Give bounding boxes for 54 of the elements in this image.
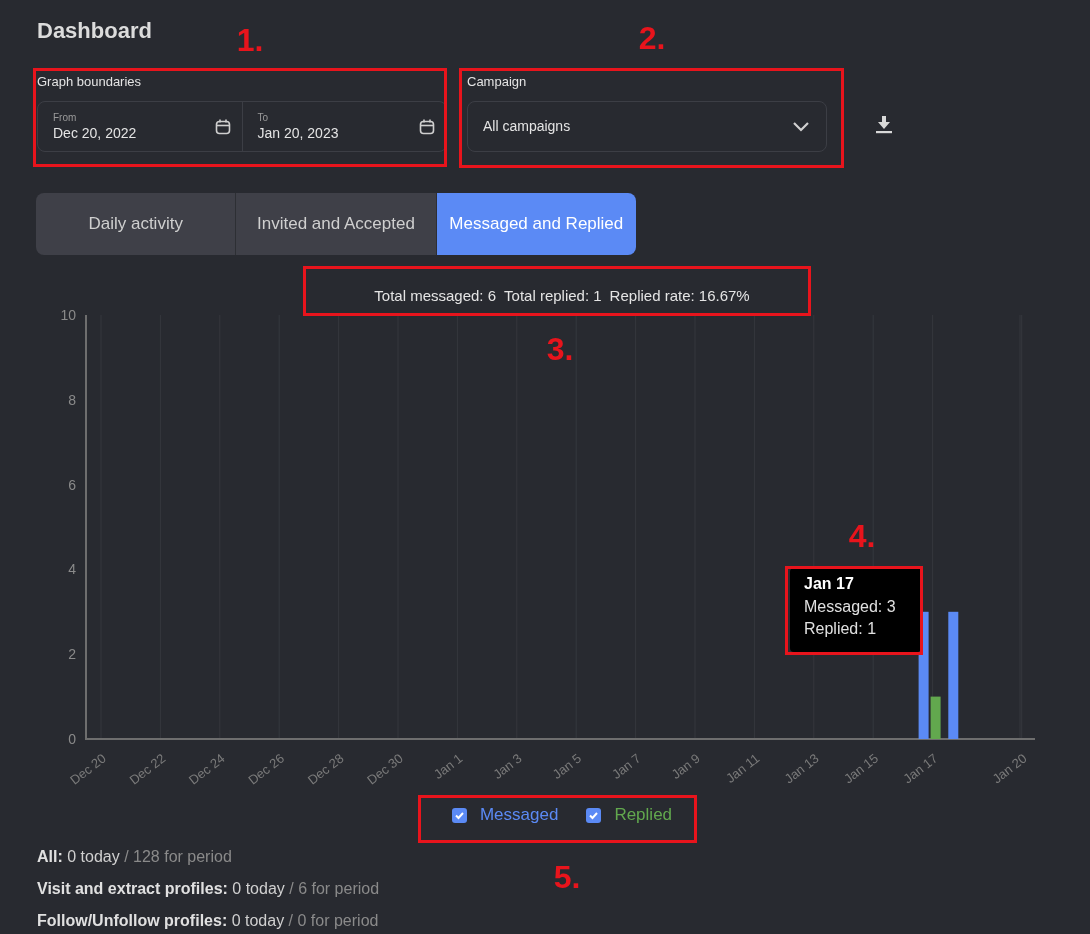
stat-line: Follow/Unfollow profiles: 0 today / 0 for period	[37, 911, 379, 931]
date-value: Dec 20, 2022	[53, 124, 137, 142]
annotation-number: 2.	[638, 20, 666, 56]
y-tick-label: 0	[68, 731, 76, 747]
y-tick-label: 4	[68, 561, 76, 578]
stat-line: All: 0 today / 128 for period	[37, 847, 232, 867]
tooltip-line: Replied: 1	[804, 619, 878, 639]
y-tick-label: 10	[60, 310, 76, 323]
tooltip-line: Messaged: 3	[804, 597, 897, 617]
x-tick-label: Jan 5	[549, 750, 585, 782]
field-label: Campaign	[467, 74, 527, 90]
x-tick-label: Jan 11	[723, 750, 763, 786]
legend-label: Replied	[614, 804, 673, 827]
x-tick-label: Dec 26	[245, 750, 288, 788]
tab[interactable]: Invited and Accepted	[235, 193, 436, 255]
x-tick-label: Jan 7	[609, 750, 644, 782]
x-tick-label: Jan 9	[668, 750, 703, 782]
date-value: Jan 20, 2023	[257, 124, 339, 142]
page-title: Dashboard	[37, 17, 152, 45]
legend-checkbox[interactable]	[451, 807, 467, 823]
summary-stat: Total messaged: 6	[374, 287, 497, 305]
summary-stat: Replied rate: 16.67%	[609, 287, 750, 305]
annotation-number: 5.	[553, 859, 581, 895]
stat-line: Visit and extract profiles: 0 today / 6 for period	[37, 879, 380, 899]
date-field-label: From	[53, 111, 78, 124]
chevron-down-icon	[792, 120, 810, 133]
y-tick-label: 2	[68, 646, 76, 663]
annotation-number: 3.	[546, 331, 574, 367]
x-tick-label: Jan 15	[841, 750, 882, 787]
x-tick-label: Jan 3	[490, 750, 525, 782]
y-tick-label: 8	[68, 391, 76, 408]
calendar-icon[interactable]	[418, 117, 436, 136]
annotation-number: 4.	[848, 518, 876, 554]
x-tick-label: Dec 30	[364, 750, 406, 788]
legend-label: Messaged	[479, 804, 559, 827]
x-tick-label: Dec 24	[185, 750, 228, 788]
calendar-icon[interactable]	[213, 117, 232, 136]
tooltip-title: Jan 17	[804, 574, 855, 594]
x-tick-label: Jan 1	[430, 750, 466, 782]
summary-stat: Total replied: 1	[504, 287, 602, 305]
x-tick-label: Jan 20	[989, 750, 1030, 787]
x-tick-label: Jan 17	[900, 750, 941, 787]
download-icon[interactable]	[875, 115, 893, 135]
legend-checkbox[interactable]	[586, 807, 602, 823]
field-label: Graph boundaries	[37, 74, 142, 90]
x-tick-label: Dec 22	[126, 750, 169, 788]
annotation-number: 1.	[236, 22, 264, 58]
tab[interactable]: Daily activity	[36, 193, 236, 255]
y-tick-label: 6	[68, 476, 76, 493]
campaign-select[interactable]: All campaigns	[467, 101, 827, 152]
x-tick-label: Jan 13	[781, 750, 822, 787]
x-tick-label: Dec 28	[304, 750, 347, 788]
date-field-label: To	[257, 111, 270, 124]
x-tick-label: Dec 20	[67, 750, 109, 788]
